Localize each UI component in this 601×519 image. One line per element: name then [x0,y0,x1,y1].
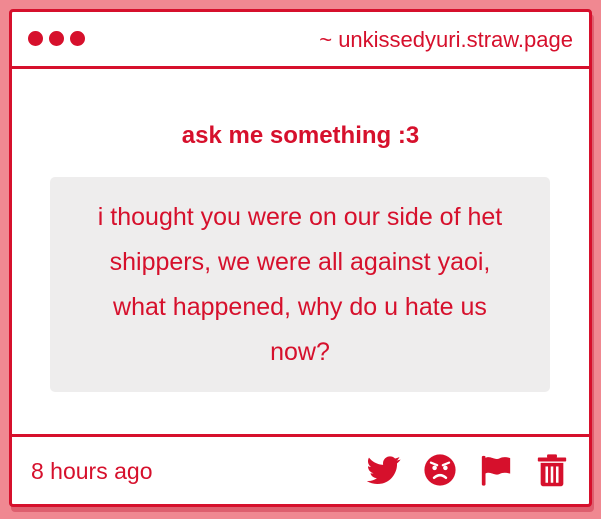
window-dots [28,31,85,46]
react-angry-button[interactable] [423,453,457,487]
window-dot [49,31,64,46]
page-title: ask me something :3 [181,122,420,149]
twitter-icon [367,456,401,485]
window-titlebar: ~ unkissedyuri.straw.page [12,12,589,69]
action-bar [367,453,569,487]
ask-card: ~ unkissedyuri.straw.page ask me somethi… [9,9,592,507]
timestamp: 8 hours ago [31,458,153,484]
question-box: i thought you were on our side of het sh… [50,177,550,392]
card-footer: 8 hours ago [12,434,589,504]
window-dot [70,31,85,46]
window-dot [28,31,43,46]
trash-icon [537,454,567,487]
question-text: i thought you were on our side of het sh… [97,202,503,366]
share-twitter-button[interactable] [367,453,401,487]
flag-icon [481,455,511,486]
page-url[interactable]: ~ unkissedyuri.straw.page [319,27,573,53]
delete-button[interactable] [535,453,569,487]
angry-face-icon [424,454,456,486]
report-button[interactable] [479,453,513,487]
